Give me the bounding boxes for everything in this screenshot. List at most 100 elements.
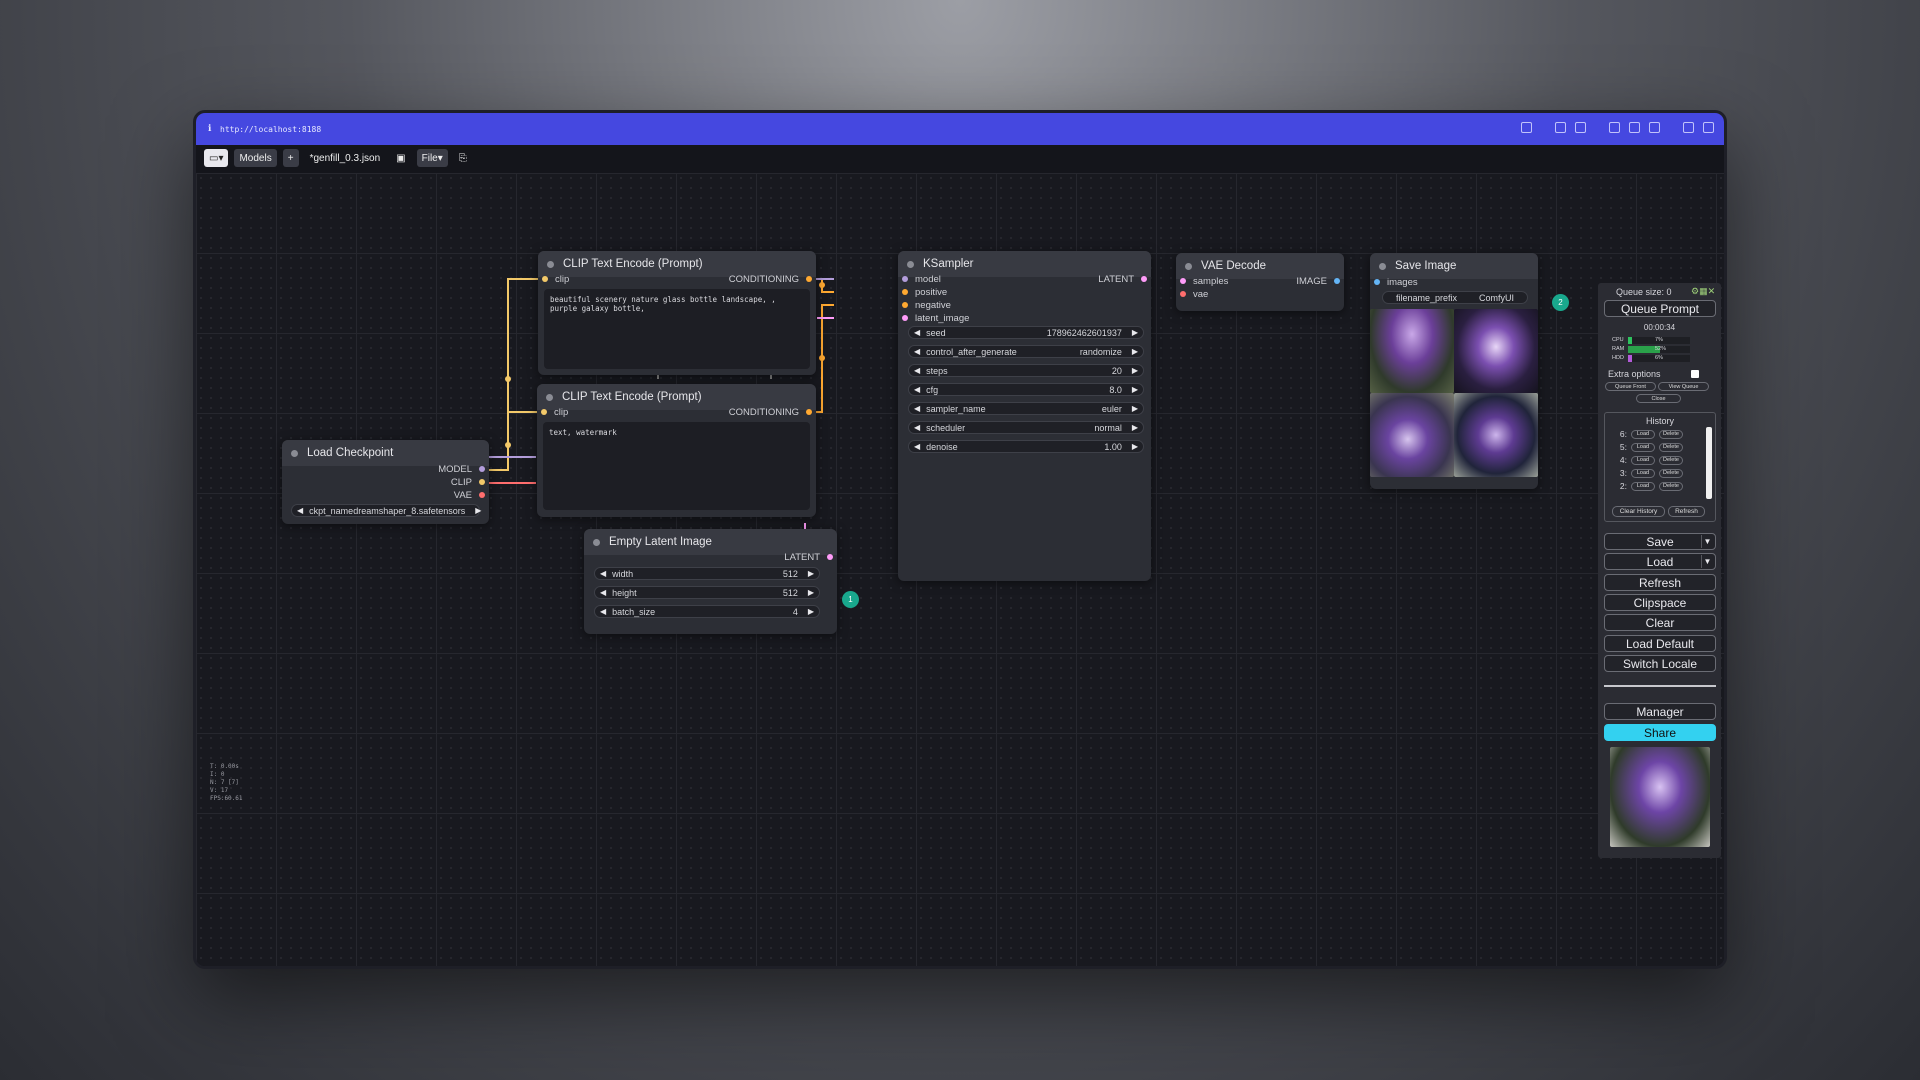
- control-after-generate-widget[interactable]: ◀ control_after_generate randomize ▶: [908, 345, 1144, 358]
- history-load-button[interactable]: Load: [1631, 455, 1655, 465]
- arrow-right-icon[interactable]: ▶: [475, 506, 481, 515]
- denoise-widget[interactable]: ◀ denoise 1.00 ▶: [908, 440, 1144, 453]
- images-input-slot[interactable]: images: [1374, 276, 1418, 288]
- collapse-dot[interactable]: [291, 449, 298, 457]
- filename-prefix-widget[interactable]: filename_prefix ComfyUI: [1382, 291, 1528, 304]
- queue-front-button[interactable]: Queue Front: [1605, 382, 1656, 391]
- switch-locale-button[interactable]: Switch Locale: [1604, 655, 1716, 672]
- prompt-textarea[interactable]: beautiful scenery nature glass bottle la…: [544, 289, 810, 369]
- add-tab-button[interactable]: +: [282, 149, 299, 167]
- sampler-name-widget[interactable]: ◀ sampler_name euler ▶: [908, 402, 1144, 415]
- latent-output-slot[interactable]: LATENT: [784, 551, 833, 563]
- history-scrollbar[interactable]: [1706, 427, 1712, 499]
- collapse-dot[interactable]: [593, 538, 600, 546]
- sidebar-icon[interactable]: [1703, 122, 1714, 133]
- extra-options-checkbox[interactable]: [1691, 370, 1699, 378]
- output-image-1[interactable]: [1370, 309, 1454, 393]
- image-icon[interactable]: ▣: [391, 149, 410, 167]
- history-load-button[interactable]: Load: [1631, 481, 1655, 491]
- load-checkpoint-node[interactable]: Load Checkpoint MODEL CLIP VAE ◀ ckpt_nam…: [282, 440, 489, 524]
- clip-output-slot[interactable]: CLIP: [451, 476, 485, 488]
- history-refresh-button[interactable]: Refresh: [1668, 506, 1705, 517]
- history-load-button[interactable]: Load: [1631, 468, 1655, 478]
- vae-output-slot[interactable]: VAE: [454, 489, 485, 501]
- history-delete-button[interactable]: Delete: [1659, 455, 1683, 465]
- history-delete-button[interactable]: Delete: [1659, 442, 1683, 452]
- camera-icon[interactable]: [1575, 122, 1586, 133]
- output-image-2[interactable]: [1454, 309, 1538, 393]
- clear-button[interactable]: Clear: [1604, 614, 1716, 631]
- prompt-textarea[interactable]: text, watermark: [543, 422, 810, 510]
- latent-output-slot[interactable]: LATENT: [1098, 273, 1147, 285]
- negative-input-slot[interactable]: negative: [902, 299, 951, 311]
- vae-decode-node[interactable]: VAE Decode samples vae IMAGE: [1176, 253, 1344, 311]
- window-icon[interactable]: [1609, 122, 1620, 133]
- load-dropdown-icon[interactable]: ▼: [1701, 555, 1713, 568]
- image-output-slot[interactable]: IMAGE: [1296, 275, 1340, 287]
- cfg-widget[interactable]: ◀ cfg 8.0 ▶: [908, 383, 1144, 396]
- ckpt-name-widget[interactable]: ◀ ckpt_name dreamshaper_8.safetensors ▶: [291, 504, 481, 517]
- collapse-dot[interactable]: [547, 260, 554, 268]
- view-queue-button[interactable]: View Queue: [1658, 382, 1709, 391]
- manager-button[interactable]: Manager: [1604, 703, 1716, 720]
- width-widget[interactable]: ◀ width 512 ▶: [594, 567, 820, 580]
- scheduler-widget[interactable]: ◀ scheduler normal ▶: [908, 421, 1144, 434]
- conditioning-output-slot[interactable]: CONDITIONING: [729, 406, 812, 418]
- collapse-dot[interactable]: [546, 393, 553, 401]
- collapse-dot[interactable]: [1185, 262, 1192, 270]
- url-text[interactable]: http://localhost:8188: [220, 125, 321, 134]
- latent-image-input-slot[interactable]: latent_image: [902, 312, 969, 324]
- clip-input-slot[interactable]: clip: [542, 273, 569, 285]
- save-image-node[interactable]: Save Image images filename_prefix ComfyUI: [1370, 253, 1538, 489]
- queue-prompt-button[interactable]: Queue Prompt: [1604, 300, 1716, 317]
- empty-latent-image-node[interactable]: Empty Latent Image LATENT ◀ width 512 ▶ ◀ he…: [584, 529, 837, 634]
- clip-text-encode-positive-node[interactable]: CLIP Text Encode (Prompt) clip CONDITION…: [538, 251, 816, 375]
- steps-widget[interactable]: ◀ steps 20 ▶: [908, 364, 1144, 377]
- settings-icon[interactable]: ⚙▦✕: [1691, 286, 1715, 297]
- latest-preview-image[interactable]: [1610, 747, 1710, 847]
- height-widget[interactable]: ◀ height 512 ▶: [594, 586, 820, 599]
- load-button[interactable]: Load ▼: [1604, 553, 1716, 570]
- info-icon[interactable]: ℹ: [208, 124, 220, 134]
- clipspace-button[interactable]: Clipspace: [1604, 594, 1716, 611]
- settings-icon[interactable]: [1649, 122, 1660, 133]
- history-delete-button[interactable]: Delete: [1659, 481, 1683, 491]
- clip-text-encode-negative-node[interactable]: CLIP Text Encode (Prompt) clip CONDITION…: [537, 384, 816, 517]
- screenshot-icon[interactable]: [1555, 122, 1566, 133]
- model-input-slot[interactable]: model: [902, 273, 941, 285]
- model-output-slot[interactable]: MODEL: [438, 463, 485, 475]
- history-load-button[interactable]: Load: [1631, 442, 1655, 452]
- workflow-filename[interactable]: *genfill_0.3.json: [305, 149, 386, 167]
- ksampler-node[interactable]: KSampler model positive negative latent_…: [898, 251, 1151, 581]
- save-button[interactable]: Save ▼: [1604, 533, 1716, 550]
- samples-input-slot[interactable]: samples: [1180, 275, 1228, 287]
- output-image-4[interactable]: [1454, 393, 1538, 477]
- file-menu-button[interactable]: File ▾: [416, 149, 448, 167]
- vae-input-slot[interactable]: vae: [1180, 288, 1208, 300]
- refresh-button[interactable]: Refresh: [1604, 574, 1716, 591]
- folder-menu-button[interactable]: ▭▾: [204, 149, 229, 167]
- collapse-dot[interactable]: [1379, 262, 1386, 270]
- save-dropdown-icon[interactable]: ▼: [1701, 535, 1713, 548]
- models-button[interactable]: Models: [234, 149, 277, 167]
- clear-history-button[interactable]: Clear History: [1612, 506, 1665, 517]
- share-button[interactable]: Share: [1604, 724, 1716, 741]
- link-icon[interactable]: [1521, 122, 1532, 133]
- load-default-button[interactable]: Load Default: [1604, 635, 1716, 652]
- close-button[interactable]: Close: [1636, 394, 1681, 403]
- history-load-button[interactable]: Load: [1631, 429, 1655, 439]
- save-icon[interactable]: ⎘: [454, 149, 472, 167]
- history-delete-button[interactable]: Delete: [1659, 429, 1683, 439]
- conditioning-output-slot[interactable]: CONDITIONING: [729, 273, 812, 285]
- collapse-dot[interactable]: [907, 260, 914, 268]
- seed-widget[interactable]: ◀ seed 178962462601937 ▶: [908, 326, 1144, 339]
- globe-icon[interactable]: [1629, 122, 1640, 133]
- positive-input-slot[interactable]: positive: [902, 286, 947, 298]
- output-image-3[interactable]: [1370, 393, 1454, 477]
- history-delete-button[interactable]: Delete: [1659, 468, 1683, 478]
- arrow-left-icon[interactable]: ◀: [297, 506, 303, 515]
- clip-input-slot[interactable]: clip: [541, 406, 568, 418]
- code-icon[interactable]: [1683, 122, 1694, 133]
- history-item: 2: Load Delete: [1615, 481, 1683, 491]
- batch-size-widget[interactable]: ◀ batch_size 4 ▶: [594, 605, 820, 618]
